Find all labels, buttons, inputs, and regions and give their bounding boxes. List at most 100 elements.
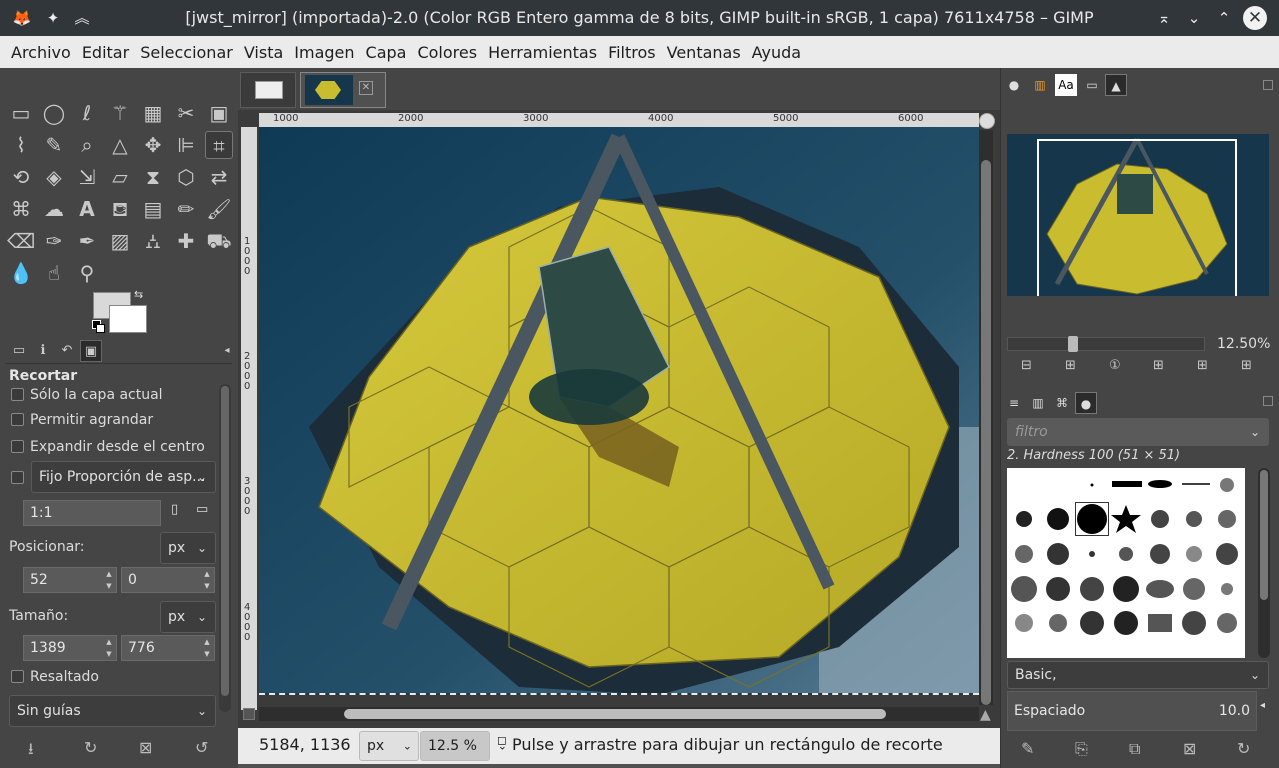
menu-filtros[interactable]: Filtros	[608, 43, 656, 62]
paintbrush-icon[interactable]: 🖌	[205, 195, 233, 223]
image-tab-jwst[interactable]: ✕	[300, 72, 386, 108]
fixed-aspect-combo[interactable]: Fijo Proporción de asp... ⌄	[31, 461, 216, 493]
zoom-combo[interactable]: 12.5 % ⌄	[420, 731, 507, 761]
current-layer-only-checkbox[interactable]	[11, 388, 24, 401]
tool-options-tab-icon[interactable]: ▭	[8, 340, 30, 362]
images-tab-icon[interactable]: ▣	[80, 340, 102, 362]
clone-icon[interactable]: ⛼	[139, 227, 167, 255]
zoom-fit-icon[interactable]: ▲	[980, 707, 991, 723]
swap-colors-icon[interactable]: ⇆	[134, 288, 143, 301]
image-canvas[interactable]	[259, 127, 979, 695]
restore-options-icon[interactable]: ↻	[84, 738, 97, 757]
brush-grid-scrollbar[interactable]	[1258, 468, 1270, 658]
menu-seleccionar[interactable]: Seleccionar	[140, 43, 233, 62]
smudge-icon[interactable]: ☝	[40, 259, 68, 287]
position-y-input[interactable]: 0 ▲ ▼	[121, 567, 215, 593]
default-colors-icon[interactable]	[92, 320, 105, 333]
menu-imagen[interactable]: Imagen	[294, 43, 354, 62]
highlight-checkbox[interactable]	[11, 670, 24, 683]
navigation-preview[interactable]	[1007, 134, 1269, 296]
mypaint-brush-icon[interactable]: ▨	[106, 227, 134, 255]
zoom-slider[interactable]	[1007, 336, 1205, 352]
zoom-fit-image-icon[interactable]: ⊞	[1153, 358, 1164, 373]
menu-editar[interactable]: Editar	[82, 43, 129, 62]
portrait-icon[interactable]: ▯	[171, 502, 178, 517]
flip-horizontal-icon[interactable]: ⇄	[205, 163, 233, 191]
size-unit-combo[interactable]: px ⌄	[160, 601, 216, 633]
edit-brush-icon[interactable]: ✎	[1021, 739, 1034, 758]
pencil-icon[interactable]: ✏	[172, 195, 200, 223]
size-width-input[interactable]: 1389 ▲ ▼	[23, 635, 117, 661]
aspect-ratio-input[interactable]: 1:1	[23, 500, 161, 526]
device-status-tab-icon[interactable]: ℹ	[32, 340, 54, 362]
dock-menu-icon[interactable]	[1263, 396, 1273, 406]
perspective-icon[interactable]: ⬡	[172, 163, 200, 191]
eraser-icon[interactable]: ⌫	[7, 227, 35, 255]
scissors-icon[interactable]: ✂	[172, 99, 200, 127]
fixed-checkbox[interactable]	[11, 471, 24, 484]
foreground-select-icon[interactable]: ▣	[205, 99, 233, 127]
close-icon[interactable]: ✕	[1243, 6, 1267, 30]
channels-tab-icon[interactable]: ▥	[1027, 392, 1049, 414]
menu-archivo[interactable]: Archivo	[11, 43, 71, 62]
ink-icon[interactable]: ✒	[73, 227, 101, 255]
navigation-tab-icon[interactable]: ▲	[1105, 74, 1127, 96]
shrink-wrap-icon[interactable]: ⊞	[1241, 358, 1252, 373]
allow-growing-checkbox[interactable]	[11, 413, 24, 426]
rect-select-icon[interactable]: ▭	[7, 99, 35, 127]
gradient-icon[interactable]: ▤	[139, 195, 167, 223]
background-color-swatch[interactable]	[109, 305, 147, 333]
heal-icon[interactable]: ✚	[172, 227, 200, 255]
text-icon[interactable]: A	[73, 195, 101, 223]
crop-icon[interactable]: ⌗	[205, 131, 233, 159]
brush-filter-combo[interactable]: filtro ⌄	[1007, 418, 1269, 446]
guides-combo[interactable]: Sin guías ⌄	[9, 695, 216, 727]
align-icon[interactable]: ⊫	[172, 131, 200, 159]
document-history-tab-icon[interactable]: ▭	[1081, 74, 1103, 96]
brush-grid[interactable]	[1007, 468, 1245, 658]
ellipse-select-icon[interactable]: ◯	[40, 99, 68, 127]
bucket-fill-icon[interactable]: ⛾	[106, 195, 134, 223]
menu-ventanas[interactable]: Ventanas	[667, 43, 741, 62]
restore-icon[interactable]: ⌄	[1182, 6, 1206, 30]
zoom-in-icon[interactable]: ⊞	[1065, 358, 1076, 373]
unit-combo[interactable]: px ⌄	[359, 731, 419, 761]
zoom-icon[interactable]: ⌕	[73, 131, 101, 159]
menu-vista[interactable]: Vista	[244, 43, 283, 62]
minimize-icon[interactable]: ⌅	[1152, 6, 1176, 30]
spin-arrows-icon[interactable]: ▲ ▼	[104, 636, 114, 660]
move-icon[interactable]: ✥	[139, 131, 167, 159]
menu-herramientas[interactable]: Herramientas	[488, 43, 597, 62]
position-unit-combo[interactable]: px ⌄	[160, 532, 216, 564]
refresh-brushes-icon[interactable]: ↻	[1237, 739, 1250, 758]
lasso-icon[interactable]: ℓ	[73, 99, 101, 127]
fonts-tab-icon[interactable]: Aa	[1055, 74, 1077, 96]
measure-icon[interactable]: △	[106, 131, 134, 159]
navigate-icon[interactable]	[979, 113, 995, 129]
dock-menu-icon[interactable]: ◂	[216, 340, 238, 362]
brushes-tab-icon[interactable]: ●	[1003, 74, 1025, 96]
close-tab-icon[interactable]: ✕	[359, 81, 373, 95]
paths-tab-icon[interactable]: ⌘	[1051, 392, 1073, 414]
horizontal-scrollbar[interactable]	[259, 707, 979, 721]
save-options-icon[interactable]: ⭳	[28, 738, 34, 765]
vertical-scrollbar[interactable]	[979, 130, 993, 705]
layers-tab-icon[interactable]: ≡	[1003, 392, 1025, 414]
vertical-ruler[interactable]: 1 0 0 0 2 0 0 0 3 0 0 0 4 0 0 0	[241, 127, 257, 710]
cage-transform-icon[interactable]: ⌘	[7, 195, 35, 223]
brush-preset-combo[interactable]: Basic, ⌄	[1007, 661, 1269, 689]
zoom-1-1-icon[interactable]: ①	[1109, 358, 1121, 373]
unified-transform-icon[interactable]: ⟲	[7, 163, 35, 191]
quick-mask-toggle[interactable]	[243, 708, 255, 720]
tool-options-scrollbar[interactable]	[219, 384, 231, 712]
spin-arrows-icon[interactable]: ▲ ▼	[202, 636, 212, 660]
undo-history-tab-icon[interactable]: ↶	[56, 340, 78, 362]
reset-spacing-icon[interactable]: ◂	[1260, 700, 1265, 711]
fuzzy-select-icon[interactable]: ⚚	[106, 99, 134, 127]
scale-icon[interactable]: ⇲	[73, 163, 101, 191]
menu-capa[interactable]: Capa	[366, 43, 407, 62]
select-by-color-icon[interactable]: ▦	[139, 99, 167, 127]
spacing-slider[interactable]: Espaciado 10.0	[1007, 691, 1257, 731]
patterns-tab-icon[interactable]: ▥	[1029, 74, 1051, 96]
blur-icon[interactable]: 💧	[7, 259, 35, 287]
